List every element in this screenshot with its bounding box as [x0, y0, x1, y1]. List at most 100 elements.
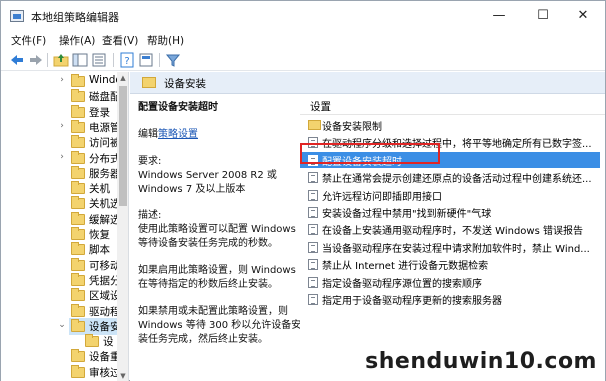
filter-icon[interactable] [165, 52, 181, 68]
folder-icon [71, 150, 85, 164]
tree-item-label: 访问被 [89, 137, 121, 150]
folder-icon [71, 364, 85, 378]
chevron-icon[interactable]: › [57, 121, 67, 131]
description-line-2: 等待设备安装任务完成的秒数。 [138, 238, 278, 249]
policy-setting-icon [308, 224, 318, 236]
folder-icon [71, 257, 85, 271]
minimize-button[interactable]: — [479, 5, 519, 27]
title-bar: 本地组策略编辑器 — ☐ ✕ [1, 1, 605, 31]
policy-setting-icon [308, 172, 318, 184]
folder-icon [71, 288, 85, 302]
folder-icon [71, 227, 85, 240]
tree-item-label: 关机 [89, 183, 110, 196]
policy-setting-icon [308, 259, 318, 271]
scrollbar-thumb[interactable] [119, 86, 127, 206]
tree-item-label: 驱动程 [89, 305, 121, 318]
enabled-line-1: 如果启用此策略设置，则 Windows [138, 265, 296, 276]
policy-row-label: 设备安装限制 [322, 122, 382, 133]
maximize-button[interactable]: ☐ [523, 5, 563, 27]
tree-item-label: 登录 [89, 106, 110, 119]
policy-row-label: 安装设备过程中禁用"找到新硬件"气球 [322, 209, 492, 220]
tree-item-label: 服务器 [89, 167, 121, 180]
tree-item-label: 凭据分 [89, 274, 121, 287]
chevron-icon[interactable]: › [57, 75, 67, 85]
tree-item-label: 设备重 [89, 351, 121, 364]
menu-action[interactable]: 操作(A) [59, 33, 95, 48]
requirements-line-1: Windows Server 2008 R2 或 [138, 170, 277, 181]
chevron-icon[interactable]: ⌄ [57, 320, 67, 330]
folder-icon [71, 211, 85, 225]
folder-icon [71, 318, 85, 332]
scroll-down-icon[interactable]: ▼ [117, 370, 128, 381]
folder-icon [71, 74, 85, 87]
properties-icon[interactable] [138, 52, 154, 68]
enabled-line-2: 在等待指定的秒数后终止安装。 [138, 279, 278, 290]
tree-item-label: 恢复 [89, 229, 110, 241]
menu-file[interactable]: 文件(F) [11, 33, 46, 48]
content-pane: 设备安装 配置设备安装超时 编辑策略设置 要求: Windows Server … [130, 72, 605, 381]
disabled-line-1: 如果禁用或未配置此策略设置，则 [138, 306, 288, 317]
content-header: 设备安装 [130, 72, 605, 94]
settings-column-header[interactable]: 设置 [300, 95, 605, 115]
policy-row-label: 禁止在通常会提示创建还原点的设备活动过程中创建系统还... [322, 174, 592, 186]
policy-row[interactable]: 禁止在通常会提示创建还原点的设备活动过程中创建系统还... [300, 169, 600, 185]
policy-title: 配置设备安装超时 [138, 102, 218, 113]
chevron-icon[interactable]: › [57, 152, 67, 162]
toolbar: ? [1, 49, 605, 71]
policy-row-label: 当设备驱动程序在安装过程中请求附加软件时，禁止 Wind... [322, 243, 590, 255]
policy-row[interactable]: 允许远程访问即插即用接口 [300, 187, 600, 203]
menu-bar: 文件(F) 操作(A) 查看(V) 帮助(H) [1, 31, 605, 49]
edit-policy-link[interactable]: 策略设置 [158, 129, 198, 140]
policy-row[interactable]: 当设备驱动程序在安装过程中请求附加软件时，禁止 Wind... [300, 239, 600, 255]
policy-description: 配置设备安装超时 编辑策略设置 要求: Windows Server 2008 … [130, 95, 301, 381]
policy-row[interactable]: 禁止从 Internet 进行设备元数据检索 [300, 256, 600, 272]
settings-folder-row[interactable]: 设备安装限制 [300, 117, 600, 133]
tree-item-label: 磁盘配 [89, 91, 121, 104]
svg-text:?: ? [124, 56, 129, 67]
tree-item-label: 缓解选 [89, 213, 121, 226]
toolbar-separator [47, 53, 48, 67]
settings-list: 设置 设备安装限制 在驱动程序分级和选择过程中，将平等地确定所有已数字签... 配置… [300, 95, 605, 381]
tree-item[interactable]: 审核过 [69, 364, 121, 381]
export-list-icon[interactable] [91, 52, 107, 68]
folder-icon [71, 196, 85, 210]
policy-row[interactable]: 安装设备过程中禁用"找到新硬件"气球 [300, 204, 600, 220]
show-hide-tree-icon[interactable] [72, 52, 88, 68]
red-highlight-box [300, 143, 440, 164]
policy-row-label: 禁止从 Internet 进行设备元数据检索 [322, 261, 489, 273]
requirements-label: 要求: [138, 156, 162, 167]
folder-icon [71, 272, 85, 286]
tree-item-label: 电源管 [89, 121, 121, 134]
folder-icon [142, 77, 156, 88]
toolbar-separator [159, 53, 160, 67]
settings-header-label: 设置 [310, 101, 331, 113]
tree-item-label: 脚本 [89, 244, 110, 257]
content-header-title: 设备安装 [164, 78, 206, 90]
policy-row[interactable]: 在设备上安装通用驱动程序时，不发送 Windows 错误报告 [300, 221, 600, 237]
policy-row[interactable]: 指定设备驱动程序源位置的搜索顺序 [300, 274, 600, 290]
help-icon[interactable]: ? [119, 52, 135, 68]
back-arrow-icon[interactable] [9, 52, 25, 68]
folder-icon [71, 349, 85, 363]
navigation-tree: › Windo 磁盘配 登录 › 电源管 访问被 › 分布式 服务器 关机 关机选 缓解选 恢复 脚本 可移动… [1, 72, 129, 381]
gpedit-window: 本地组策略编辑器 — ☐ ✕ 文件(F) 操作(A) 查看(V) 帮助(H) ?… [0, 0, 606, 381]
tree-item-label: 设备安 [89, 320, 121, 333]
menu-help[interactable]: 帮助(H) [147, 33, 184, 48]
policy-row-label: 指定设备驱动程序源位置的搜索顺序 [322, 278, 482, 290]
toolbar-separator [113, 53, 114, 67]
tree-scrollbar[interactable]: ▲ ▼ [117, 72, 128, 381]
folder-icon [85, 334, 99, 348]
window-title: 本地组策略编辑器 [31, 11, 119, 24]
policy-row[interactable]: 指定用于设备驱动程序更新的搜索服务器 [300, 291, 600, 307]
forward-arrow-icon[interactable] [28, 52, 44, 68]
folder-icon [71, 165, 85, 179]
close-button[interactable]: ✕ [563, 5, 603, 27]
folder-icon [71, 119, 85, 133]
folder-icon [71, 303, 85, 317]
disabled-line-2: Windows 等待 300 秒以允许设备安 [138, 320, 302, 331]
scroll-up-icon[interactable]: ▲ [117, 72, 128, 84]
tree-item-label: 审核过 [89, 366, 121, 379]
up-folder-icon[interactable] [53, 52, 69, 68]
menu-view[interactable]: 查看(V) [102, 33, 138, 48]
folder-icon [308, 120, 321, 130]
